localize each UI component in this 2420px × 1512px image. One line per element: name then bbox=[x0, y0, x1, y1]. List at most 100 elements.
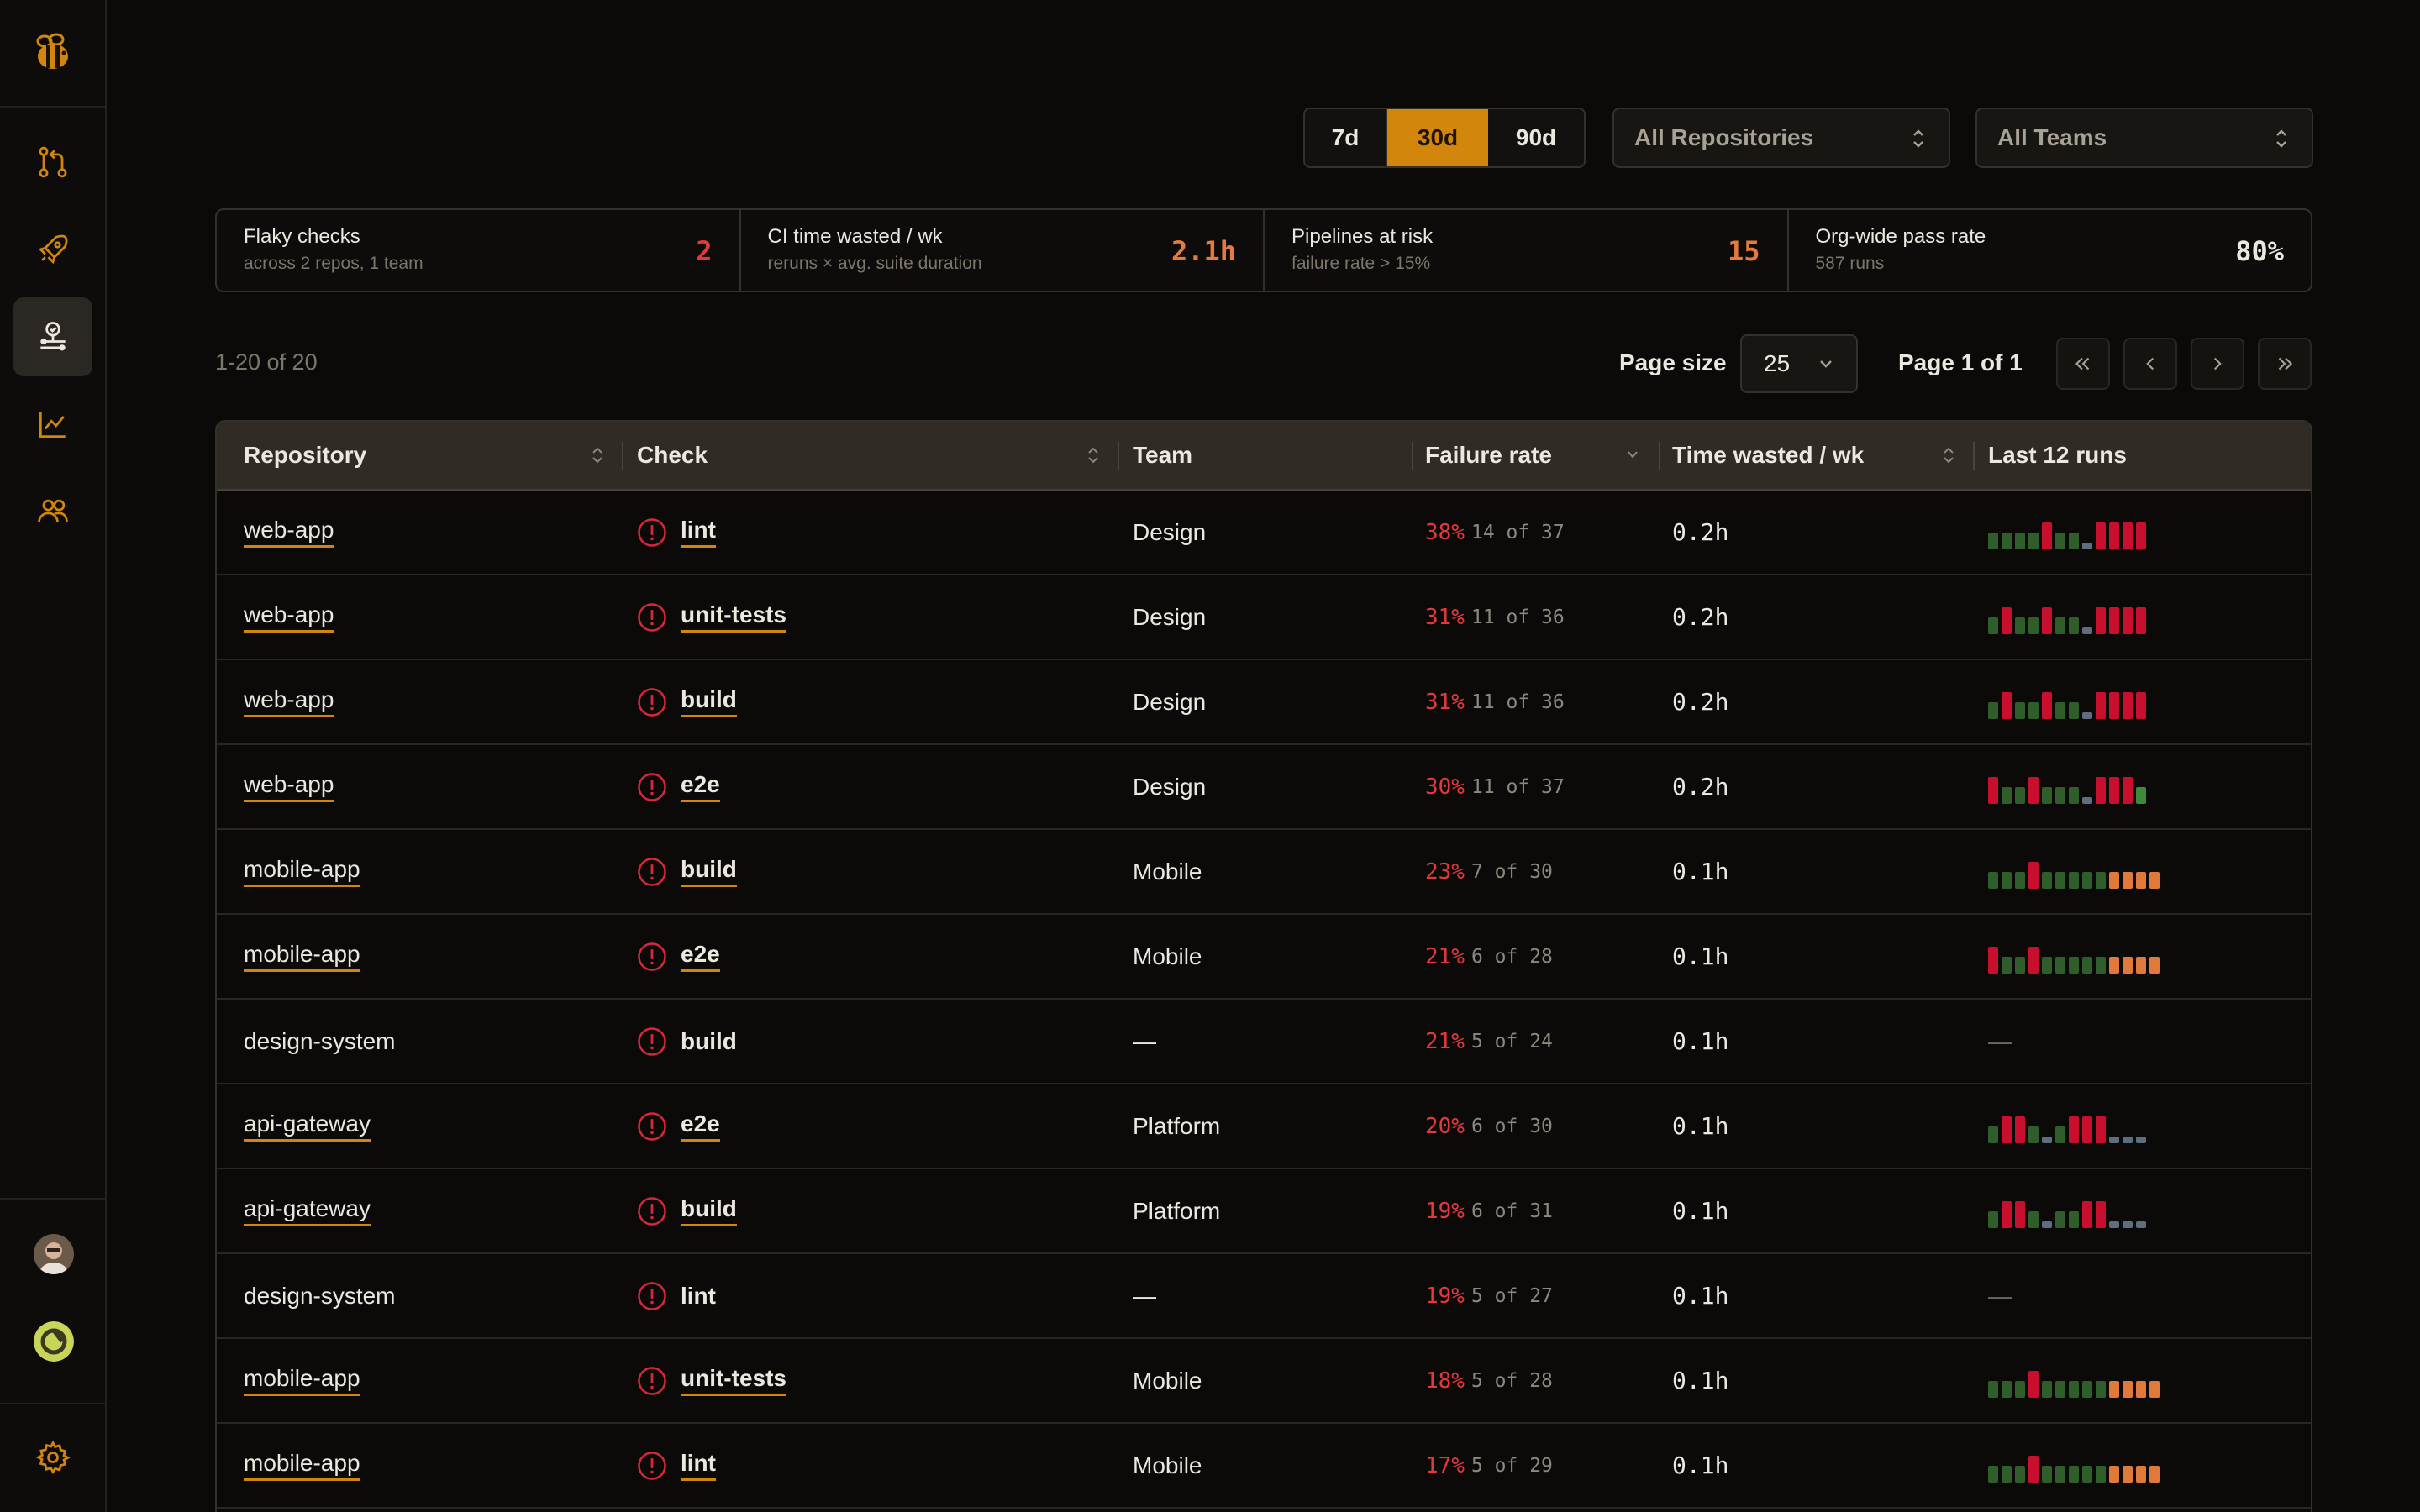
range-30d[interactable]: 30d bbox=[1387, 109, 1488, 166]
org-avatar[interactable] bbox=[34, 1321, 74, 1362]
gear-icon bbox=[35, 1440, 71, 1475]
run-bar bbox=[2002, 1465, 2012, 1483]
run-bar bbox=[2149, 956, 2160, 974]
stat-value: 2.1h bbox=[1171, 235, 1236, 267]
table-row[interactable]: web-app e2e Design 30% 11 of 37 0.2h bbox=[217, 745, 2311, 830]
bee-logo[interactable] bbox=[0, 0, 106, 108]
check-link[interactable]: build bbox=[681, 856, 737, 887]
repo-link[interactable]: api-gateway bbox=[244, 1110, 371, 1142]
table-row[interactable]: api-gateway e2e Platform 20% 6 of 30 0.1h bbox=[217, 1084, 2311, 1169]
repo-link[interactable]: web-app bbox=[244, 601, 334, 633]
run-bar bbox=[2096, 871, 2106, 889]
page-size-select[interactable]: 25 bbox=[1740, 334, 1858, 393]
table-row[interactable]: web-app build Design 31% 11 of 36 0.2h bbox=[217, 660, 2311, 745]
table-row[interactable]: mobile-app lint Mobile 17% 5 of 29 0.1h bbox=[217, 1424, 2311, 1509]
next-page-button[interactable] bbox=[2191, 338, 2244, 390]
run-bar bbox=[1988, 1126, 1998, 1143]
table-row[interactable]: design-system lint — 19% 5 of 27 0.1h — bbox=[217, 1254, 2311, 1339]
flaky-checks-icon bbox=[40, 322, 66, 351]
table-row[interactable]: design-system build — 21% 5 of 24 0.1h — bbox=[217, 1000, 2311, 1084]
repo-link[interactable]: mobile-app bbox=[244, 1450, 360, 1481]
failure-rate-count: 11 of 36 bbox=[1470, 690, 1565, 713]
check-link[interactable]: e2e bbox=[681, 941, 720, 972]
range-7d[interactable]: 7d bbox=[1305, 109, 1387, 166]
run-bar bbox=[1988, 1465, 1998, 1483]
column-time-wasted[interactable]: Time wasted / wk bbox=[1672, 422, 1956, 489]
column-repository[interactable]: Repository bbox=[244, 422, 605, 489]
run-bar bbox=[2002, 691, 2012, 719]
repo-link[interactable]: api-gateway bbox=[244, 1195, 371, 1226]
run-bar bbox=[2015, 617, 2025, 634]
run-bar bbox=[2069, 532, 2079, 549]
repo-link[interactable]: mobile-app bbox=[244, 1365, 360, 1396]
run-history bbox=[1988, 770, 2146, 804]
failure-rate-percent: 21% bbox=[1425, 1028, 1465, 1054]
nav-flaky-checks[interactable] bbox=[13, 297, 92, 376]
failure-rate-cell: 18% 5 of 28 bbox=[1425, 1339, 1553, 1422]
check-link[interactable]: e2e bbox=[681, 771, 720, 802]
run-bar bbox=[2149, 1380, 2160, 1398]
stat-ci-time-wasted: CI time wasted / wk reruns × avg. suite … bbox=[741, 210, 1265, 291]
check-link[interactable]: build bbox=[681, 1195, 737, 1226]
run-bar bbox=[2015, 786, 2025, 804]
run-bar bbox=[2055, 532, 2065, 549]
check-cell: e2e bbox=[637, 1084, 720, 1168]
run-bar bbox=[2136, 1221, 2146, 1228]
team-select-value: All Teams bbox=[1997, 124, 2107, 150]
repository-select[interactable]: All Repositories bbox=[1612, 108, 1950, 168]
table-row[interactable]: api-gateway build Platform 19% 6 of 31 0.1h bbox=[217, 1169, 2311, 1254]
check-link[interactable]: lint bbox=[681, 517, 716, 548]
check-cell: build bbox=[637, 660, 737, 743]
run-bar bbox=[2123, 776, 2133, 804]
repo-link[interactable]: web-app bbox=[244, 771, 334, 802]
run-bar bbox=[2042, 606, 2052, 634]
check-link[interactable]: lint bbox=[681, 1450, 716, 1481]
alert-circle-icon bbox=[638, 517, 666, 547]
last-page-button[interactable] bbox=[2258, 338, 2312, 390]
repo-link[interactable]: mobile-app bbox=[244, 941, 360, 972]
nav-teams[interactable] bbox=[13, 472, 92, 551]
nav-pull-requests[interactable] bbox=[13, 123, 92, 202]
check-cell: build bbox=[637, 1000, 737, 1083]
repo-link[interactable]: web-app bbox=[244, 686, 334, 717]
run-history bbox=[1988, 1194, 2146, 1228]
check-link[interactable]: e2e bbox=[681, 1110, 720, 1142]
run-bar bbox=[2109, 1136, 2119, 1143]
run-bar bbox=[2136, 522, 2146, 549]
repo-cell: web-app bbox=[244, 491, 334, 574]
table-row[interactable]: mobile-app e2e Mobile 21% 6 of 28 0.1h bbox=[217, 915, 2311, 1000]
nav-analytics[interactable] bbox=[13, 385, 92, 464]
run-bar bbox=[2069, 1210, 2079, 1228]
team-select[interactable]: All Teams bbox=[1975, 108, 2313, 168]
chevron-down-icon bbox=[1820, 360, 1832, 368]
column-check[interactable]: Check bbox=[637, 422, 1101, 489]
table-row[interactable]: web-app lint Design 38% 14 of 37 0.2h bbox=[217, 491, 2311, 575]
first-page-button[interactable] bbox=[2056, 338, 2110, 390]
repo-link[interactable]: mobile-app bbox=[244, 856, 360, 887]
nav-settings[interactable] bbox=[13, 1418, 92, 1497]
prev-page-button[interactable] bbox=[2123, 338, 2177, 390]
column-team[interactable]: Team bbox=[1133, 422, 1402, 489]
run-bar bbox=[2069, 1465, 2079, 1483]
table-row[interactable]: mobile-app build Mobile 23% 7 of 30 0.1h bbox=[217, 830, 2311, 915]
check-link[interactable]: unit-tests bbox=[681, 601, 786, 633]
repo-link[interactable]: web-app bbox=[244, 517, 334, 548]
run-bar bbox=[2028, 617, 2039, 634]
range-90d[interactable]: 90d bbox=[1488, 109, 1584, 166]
column-label: Check bbox=[637, 442, 708, 468]
alert-circle-icon bbox=[638, 1451, 666, 1480]
check-link[interactable]: unit-tests bbox=[681, 1365, 786, 1396]
table-row[interactable]: mobile-app unit-tests Mobile 18% 5 of 28 0.1h bbox=[217, 1339, 2311, 1424]
run-bar bbox=[2069, 617, 2079, 634]
run-history bbox=[1988, 1449, 2160, 1483]
last-runs-cell bbox=[1988, 660, 2146, 743]
chevron-left-icon bbox=[2146, 357, 2154, 370]
run-bar bbox=[1988, 532, 1998, 549]
user-avatar[interactable] bbox=[34, 1234, 74, 1274]
table-row[interactable]: web-app unit-tests Design 31% 11 of 36 0.2h bbox=[217, 575, 2311, 660]
column-failure-rate[interactable]: Failure rate bbox=[1425, 422, 1640, 489]
nav-deployments[interactable] bbox=[13, 210, 92, 289]
check-link[interactable]: build bbox=[681, 686, 737, 717]
run-bar bbox=[2082, 542, 2092, 549]
column-label: Failure rate bbox=[1425, 442, 1552, 468]
